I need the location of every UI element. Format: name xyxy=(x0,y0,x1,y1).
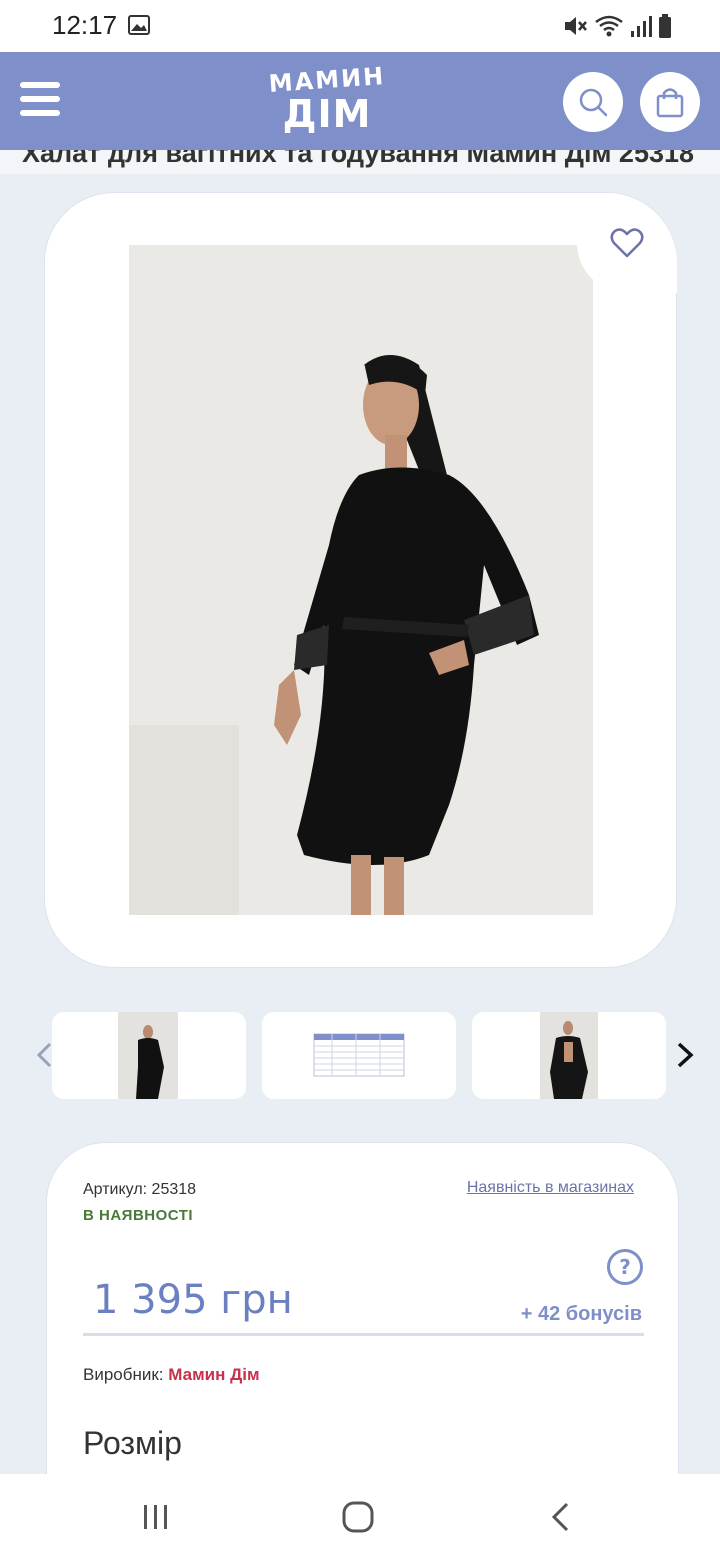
manufacturer-row: Виробник: Мамин Дім xyxy=(83,1365,260,1385)
thumbnail-photo-front[interactable] xyxy=(52,1012,246,1099)
bonus-amount: + 42 бонусів xyxy=(520,1303,642,1325)
product-price: 1 395 грн xyxy=(93,1277,293,1323)
site-header: МАМИН ДІМ xyxy=(0,52,720,150)
store-availability-link[interactable]: Наявність в магазинах xyxy=(467,1179,634,1197)
status-bar: 12:17 xyxy=(0,0,720,52)
site-logo[interactable]: МАМИН ДІМ xyxy=(262,62,392,140)
shopping-bag-icon xyxy=(656,88,684,118)
product-main-photo[interactable] xyxy=(129,245,593,915)
back-icon[interactable] xyxy=(548,1500,572,1534)
recent-apps-icon[interactable] xyxy=(140,1502,172,1532)
price-divider xyxy=(83,1333,644,1336)
bonus-help-icon[interactable]: ? xyxy=(607,1249,643,1285)
heart-outline-icon xyxy=(610,228,644,258)
search-icon xyxy=(579,88,608,117)
logo-bottom-text: ДІМ xyxy=(282,92,372,136)
status-time: 12:17 xyxy=(52,10,118,40)
image-icon xyxy=(128,15,150,35)
battery-icon xyxy=(659,14,671,38)
signal-icon xyxy=(631,16,652,37)
stock-status: В НАЯВНОСТІ xyxy=(83,1207,194,1224)
product-title-strip: Халат для вагітних та годування Мамин Ді… xyxy=(0,150,720,174)
product-title: Халат для вагітних та годування Мамин Ді… xyxy=(22,150,695,168)
system-nav-bar xyxy=(0,1474,720,1560)
hamburger-icon[interactable] xyxy=(20,82,60,120)
favorite-button[interactable] xyxy=(577,193,677,293)
mute-icon xyxy=(565,17,587,35)
manufacturer-link[interactable]: Мамин Дім xyxy=(168,1365,259,1384)
manufacturer-label: Виробник: xyxy=(83,1365,164,1384)
thumbnail-photo-set[interactable] xyxy=(472,1012,666,1099)
chevron-right-icon[interactable] xyxy=(674,1040,696,1070)
model-illustration xyxy=(129,245,593,915)
product-sku: Артикул: 25318 xyxy=(83,1181,197,1198)
size-heading: Розмір xyxy=(83,1425,182,1461)
thumbnail-size-table[interactable] xyxy=(262,1012,456,1099)
search-button[interactable] xyxy=(563,72,623,132)
product-image-card xyxy=(44,192,677,968)
chevron-left-icon[interactable] xyxy=(34,1040,54,1070)
thumbnail-carousel xyxy=(0,1010,720,1100)
wifi-icon xyxy=(595,15,623,37)
home-icon[interactable] xyxy=(340,1499,376,1535)
cart-button[interactable] xyxy=(640,72,700,132)
status-icons xyxy=(562,12,672,40)
